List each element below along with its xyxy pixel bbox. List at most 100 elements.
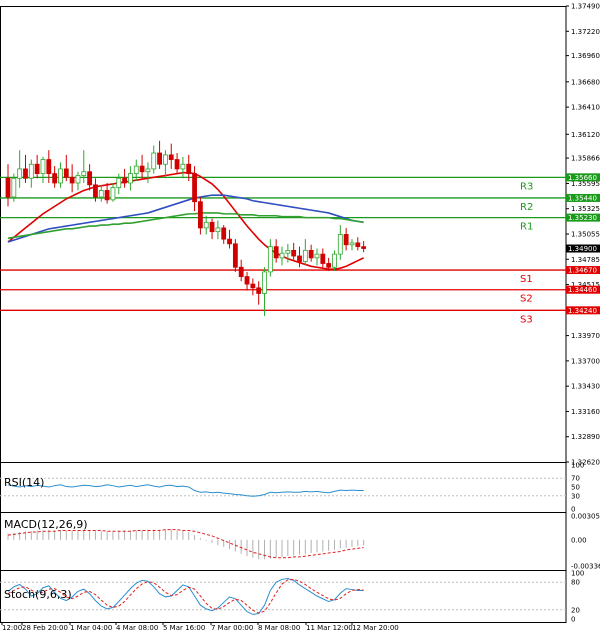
- candle-body: [279, 252, 285, 259]
- candle-body: [197, 201, 203, 229]
- time-tick-label: 28 Feb 20:00: [22, 624, 68, 632]
- candle-body: [238, 266, 244, 278]
- candle-body: [122, 177, 127, 184]
- candle-body: [128, 173, 133, 184]
- macd-label: MACD(12,26,9): [4, 518, 88, 531]
- candle-body: [23, 168, 28, 179]
- level-tag-text-r1: 1.35230: [568, 214, 597, 222]
- candle-body: [145, 168, 151, 173]
- level-name-r3: R3: [520, 181, 533, 192]
- stoch-axis-label: 0: [571, 616, 575, 624]
- level-name-s3: S3: [520, 314, 533, 325]
- time-tick-label: 4 Mar 08:00: [116, 624, 158, 632]
- level-tag-text-s3: 1.34240: [568, 307, 597, 315]
- current-price-label: 1.34900: [568, 245, 597, 253]
- price-tick-label: 1.34785: [571, 256, 600, 264]
- candle-body: [267, 246, 273, 273]
- time-tick-label: 11 Mar 12:00: [306, 624, 353, 632]
- candle-body: [221, 227, 227, 240]
- candle-body: [63, 168, 69, 178]
- candle-body: [87, 171, 93, 186]
- candle-body: [308, 249, 314, 259]
- candle-body: [163, 154, 168, 165]
- price-tick-label: 1.33970: [571, 332, 600, 340]
- level-name-r2: R2: [520, 202, 533, 213]
- candle-body: [28, 163, 34, 179]
- price-tick-label: 1.35866: [571, 155, 600, 163]
- rsi-axis-label: 30: [571, 492, 580, 500]
- candle-body: [69, 176, 75, 184]
- candle-body: [291, 249, 297, 257]
- price-tick-label: 1.33700: [571, 357, 600, 365]
- rsi-axis-label: 50: [571, 484, 580, 492]
- candle-body: [151, 152, 157, 170]
- candle-body: [168, 154, 174, 160]
- time-tick-label: 12 Mar 20:00: [352, 624, 399, 632]
- candle-body: [157, 152, 162, 165]
- time-tick-label: 5 Mar 16:00: [163, 624, 205, 632]
- candle-body: [93, 184, 98, 198]
- stoch-axis-label: 20: [571, 606, 580, 614]
- candle-body: [332, 253, 337, 268]
- candle-body: [349, 242, 355, 246]
- panel-frame: [0, 462, 567, 513]
- price-tick-label: 1.36680: [571, 78, 600, 86]
- candle-body: [133, 165, 139, 175]
- price-tick-label: 1.36960: [571, 52, 600, 60]
- price-tick-label: 1.35325: [571, 205, 600, 213]
- candle-body: [34, 163, 40, 175]
- candle-body: [40, 159, 46, 175]
- candle-body: [209, 221, 215, 233]
- candle-body: [302, 249, 308, 263]
- time-tick-label: 1 Mar 04:00: [70, 624, 112, 632]
- price-tick-label: 1.33160: [571, 408, 600, 416]
- panel-frame: [0, 6, 567, 463]
- price-tick-label: 1.35055: [571, 231, 600, 239]
- candle-body: [343, 234, 349, 246]
- candle-body: [337, 234, 343, 255]
- time-tick-label: 12:00: [2, 624, 22, 632]
- candle-body: [256, 287, 262, 294]
- candle-body: [273, 246, 279, 259]
- level-tag-text-s2: 1.34460: [568, 286, 597, 294]
- candle-body: [320, 253, 326, 264]
- level-name-r1: R1: [520, 222, 533, 233]
- price-tick-label: 1.33430: [571, 383, 600, 391]
- time-axis: 12:00 28 Feb 20:00 1 Mar 04:00 4 Mar 08:00 5…: [1, 622, 399, 632]
- price-tick-label: 1.37220: [571, 28, 600, 36]
- candle-body: [116, 177, 122, 189]
- current-price-tag: 1.34900: [566, 244, 600, 253]
- price-tick-label: 1.36410: [571, 104, 600, 112]
- candle-body: [355, 242, 361, 248]
- level-tag-text-r2: 1.35440: [568, 194, 597, 202]
- candle-body: [244, 276, 250, 285]
- candle-body: [262, 271, 267, 294]
- level-tag-text-s1: 1.34670: [568, 267, 597, 275]
- candle-body: [17, 168, 23, 179]
- candle-body: [285, 249, 291, 254]
- candle-body: [192, 173, 197, 203]
- candle-body: [110, 187, 116, 201]
- time-tick-label: 8 Mar 08:00: [258, 624, 300, 632]
- candle-body: [250, 283, 256, 289]
- candle-body: [11, 177, 17, 198]
- candle-body: [361, 246, 367, 249]
- candle-body: [215, 227, 221, 233]
- time-tick-label: 7 Mar 00:00: [211, 624, 253, 632]
- candle-body: [326, 263, 332, 268]
- level-name-s1: S1: [520, 274, 533, 285]
- rsi-axis-label: 70: [571, 475, 580, 483]
- candle-body: [52, 173, 58, 184]
- macd-axis-label: 0.003058: [571, 513, 600, 521]
- price-tick-label: 1.37490: [571, 3, 600, 11]
- price-axis: 1.37490 1.37220 1.36960 1.36680 1.36410 1.361…: [566, 3, 600, 467]
- candle-body: [75, 175, 81, 184]
- candle-body: [232, 243, 238, 268]
- candle-body: [203, 221, 209, 229]
- candle-body: [46, 159, 52, 175]
- macd-axis-label: 0.00: [571, 536, 587, 544]
- candle-body: [174, 159, 180, 170]
- candle-body: [81, 171, 87, 176]
- candle-body: [314, 253, 320, 259]
- stoch-axis-label: 100: [571, 570, 584, 578]
